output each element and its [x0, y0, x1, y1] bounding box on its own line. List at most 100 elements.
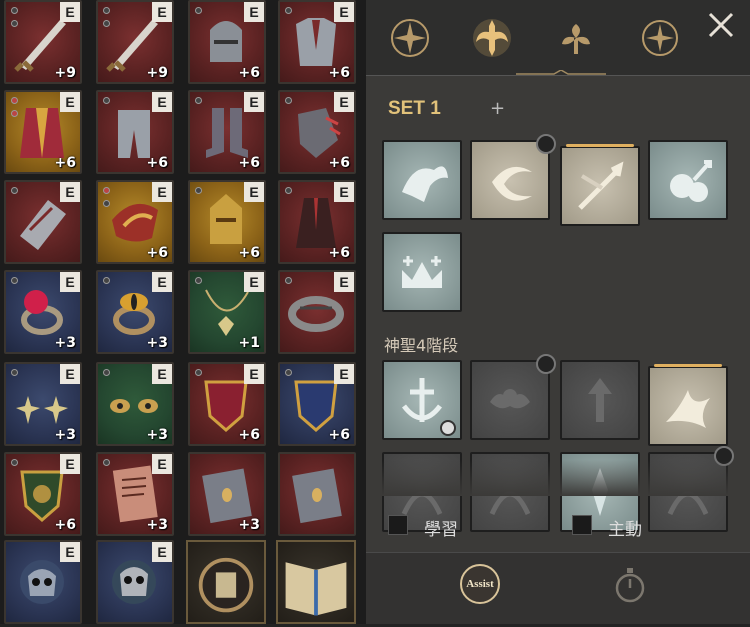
enhance-level: +6	[238, 155, 260, 171]
inventory-slot[interactable]: E +6	[96, 180, 174, 264]
equipped-badge: E	[334, 92, 354, 112]
add-set-button[interactable]: +	[490, 98, 505, 119]
gem-socket	[285, 187, 292, 194]
assist-button[interactable]: Assist	[460, 564, 500, 604]
equipped-badge: E	[60, 92, 80, 112]
inventory-slot[interactable]: E +6	[188, 180, 266, 264]
active-checkbox[interactable]	[572, 515, 592, 535]
compass-icon[interactable]	[638, 16, 682, 60]
inventory-slot[interactable]: E +1	[188, 270, 266, 354]
inventory-slot[interactable]: E +6	[4, 90, 82, 174]
gem-socket-dots	[11, 459, 18, 472]
enhance-level: +6	[328, 245, 350, 261]
equipped-badge: E	[334, 364, 354, 384]
equipped-badge: E	[152, 2, 172, 22]
skill-slot[interactable]	[382, 232, 462, 312]
equipped-badge: E	[334, 182, 354, 202]
gem-socket-dots	[11, 369, 18, 382]
skill-slot[interactable]	[648, 140, 728, 220]
gem-socket	[285, 97, 292, 104]
scroll-fade	[366, 460, 750, 496]
gem-socket	[285, 7, 292, 14]
inventory-slot[interactable]: E +3	[4, 362, 82, 446]
skill-slot[interactable]	[560, 144, 640, 226]
gem-socket-dots	[285, 97, 292, 110]
inventory-slot[interactable]: E +6	[278, 0, 356, 84]
inventory-slot[interactable]: E	[4, 540, 82, 624]
phoenix-skill-icon	[666, 390, 710, 428]
gem-socket-dots	[195, 369, 202, 382]
angel-skill-icon	[490, 389, 530, 409]
orb-book-icon	[198, 557, 254, 613]
equipped-badge: E	[152, 454, 172, 474]
active-glow	[654, 364, 722, 367]
inventory-slot[interactable]: E	[4, 180, 82, 264]
arrow-strike-skill-icon	[578, 161, 624, 210]
skill-panel: SET 1 + 神聖4階段 學習 主動 Assist	[366, 0, 750, 624]
inventory-slot[interactable]: E	[278, 270, 356, 354]
active-label: 主動	[608, 520, 642, 540]
gem-socket-dots	[103, 187, 110, 213]
skill-slot[interactable]	[648, 364, 728, 446]
gem-socket-dots	[195, 7, 202, 20]
enhance-level: +6	[54, 155, 76, 171]
skill-slot[interactable]	[560, 360, 640, 440]
gem-socket-dots	[103, 459, 110, 472]
gem-socket	[195, 7, 202, 14]
inventory-slot[interactable]: E +6	[278, 90, 356, 174]
learn-checkbox[interactable]	[388, 515, 408, 535]
inventory-slot[interactable]	[276, 540, 356, 624]
winged-beast-skill-icon	[402, 166, 448, 202]
equipped-badge: E	[244, 272, 264, 292]
close-icon[interactable]	[706, 10, 736, 40]
enhance-level: +6	[328, 65, 350, 81]
inventory-slot[interactable]: E +6	[188, 90, 266, 174]
inventory-slot[interactable]: E +6	[4, 452, 82, 536]
enhance-level: +6	[146, 155, 168, 171]
inventory-slot[interactable]: E +6	[188, 0, 266, 84]
sword-wings-icon[interactable]	[470, 16, 514, 60]
equipped-badge: E	[152, 364, 172, 384]
inventory-slot[interactable]: E	[96, 540, 174, 624]
skill-slot[interactable]	[382, 140, 462, 220]
enhance-level: +6	[238, 427, 260, 443]
inventory-slot[interactable]: E +3	[4, 270, 82, 354]
gem-socket	[11, 459, 18, 466]
compass-star-icon[interactable]	[388, 16, 432, 60]
inventory-slot[interactable]: +3	[188, 452, 266, 536]
gem-socket	[11, 369, 18, 376]
flower-icon[interactable]	[554, 16, 598, 60]
skill-slot[interactable]	[470, 354, 556, 440]
equipped-badge: E	[152, 542, 172, 562]
skill-slot[interactable]	[470, 134, 556, 220]
equipped-badge: E	[60, 272, 80, 292]
set-label[interactable]: SET 1	[388, 98, 441, 120]
cooldown-icon	[536, 354, 556, 374]
inventory-slot[interactable]: E +3	[96, 270, 174, 354]
gem-socket	[11, 97, 18, 104]
gem-socket	[285, 277, 292, 284]
equipped-badge: E	[334, 272, 354, 292]
inventory-slot[interactable]: E +6	[96, 90, 174, 174]
equipped-badge: E	[60, 364, 80, 384]
inventory-slot[interactable]: E +6	[278, 362, 356, 446]
inventory-slot[interactable]: E +3	[96, 452, 174, 536]
gem-socket	[103, 459, 110, 466]
inventory-slot[interactable]	[278, 452, 356, 536]
gem-socket-dots	[103, 97, 110, 110]
gem-socket	[195, 369, 202, 376]
inventory-slot[interactable]: E +6	[278, 180, 356, 264]
gem-socket-dots	[103, 7, 110, 33]
enhance-level: +6	[54, 517, 76, 533]
stopwatch-icon[interactable]	[612, 566, 648, 604]
inventory-slot[interactable]: E +3	[96, 362, 174, 446]
anchor-skill-icon	[402, 378, 442, 422]
skill-slot[interactable]	[382, 360, 462, 440]
inventory-slot[interactable]: E +9	[4, 0, 82, 84]
inventory-slot[interactable]: E +9	[96, 0, 174, 84]
inventory-slot[interactable]	[186, 540, 266, 624]
equipped-badge: E	[60, 542, 80, 562]
enhance-level: +6	[238, 65, 260, 81]
inventory-slot[interactable]: E +6	[188, 362, 266, 446]
upgrade-icon	[440, 420, 456, 436]
